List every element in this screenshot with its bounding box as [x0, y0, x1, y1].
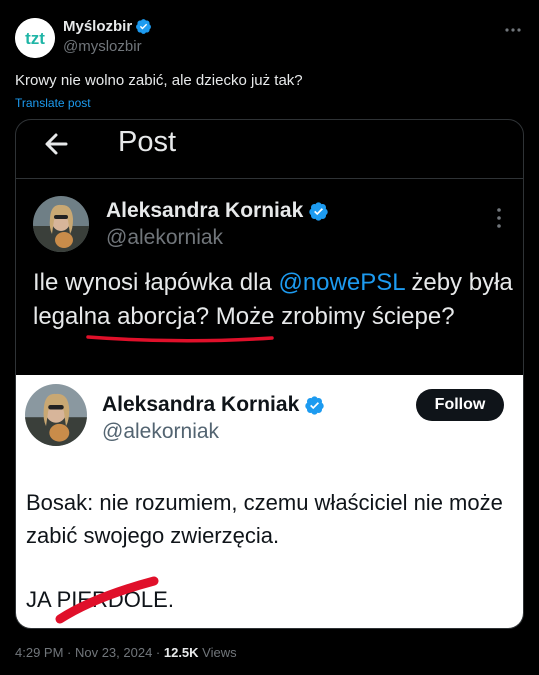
quoted-author-handle: @alekorniak	[106, 226, 224, 249]
translate-link[interactable]: Translate post	[15, 96, 91, 110]
inner-author-handle: @alekorniak	[102, 420, 220, 443]
inner-post-text: Bosak: nie rozumiem, czemu właściciel ni…	[26, 490, 503, 548]
author-name-text[interactable]: Myślozbir	[63, 18, 132, 35]
author-block: Myślozbir @myslozbir	[63, 18, 152, 55]
views-label: Views	[198, 645, 237, 660]
red-underline-mark	[86, 335, 274, 343]
logo-icon: tzt	[15, 18, 55, 58]
avatar[interactable]: tzt	[15, 18, 55, 58]
back-arrow-icon	[45, 133, 68, 155]
timestamp[interactable]: 4:29 PM · Nov 23, 2024 ·	[15, 645, 164, 660]
author-handle[interactable]: @myslozbir	[63, 38, 152, 55]
quoted-author-name-text: Aleksandra Korniak	[106, 199, 304, 222]
screenshot-nav-bar: Post	[16, 120, 523, 178]
follow-button: Follow	[416, 389, 504, 421]
tweet-text: Krowy nie wolno zabić, ale dziecko już t…	[15, 72, 303, 89]
svg-text:tzt: tzt	[25, 29, 45, 48]
quoted-text-part1: Ile wynosi łapówka dla	[33, 269, 279, 296]
verified-badge-icon	[305, 395, 324, 415]
attached-screenshot[interactable]: Post Aleksandra Korniak @alekorniak Ile …	[15, 119, 524, 629]
quoted-post-text: Ile wynosi łapówka dla @nowePSL żeby był…	[33, 266, 518, 334]
inner-avatar	[25, 384, 87, 446]
inner-author-name: Aleksandra Korniak	[102, 393, 325, 417]
verified-badge-icon	[136, 19, 152, 34]
author-name[interactable]: Myślozbir	[63, 18, 152, 35]
tweet-meta: 4:29 PM · Nov 23, 2024 · 12.5K Views	[15, 645, 237, 660]
quoted-author-name: Aleksandra Korniak	[106, 199, 329, 223]
inner-author-name-text: Aleksandra Korniak	[102, 393, 300, 416]
red-scribble-mark	[55, 576, 159, 624]
quoted-avatar	[33, 196, 89, 252]
verified-badge-icon	[309, 201, 328, 221]
views-count: 12.5K	[163, 645, 199, 660]
more-options-icon	[497, 208, 501, 228]
inner-post-card: Aleksandra Korniak @alekorniak Follow Bo…	[16, 375, 523, 628]
mention-link: @nowePSL	[278, 269, 405, 296]
more-options-icon[interactable]	[501, 20, 525, 40]
divider	[16, 178, 523, 179]
tweet-header: tzt Myślozbir @myslozbir	[15, 14, 525, 58]
screenshot-nav-title: Post	[118, 126, 177, 158]
